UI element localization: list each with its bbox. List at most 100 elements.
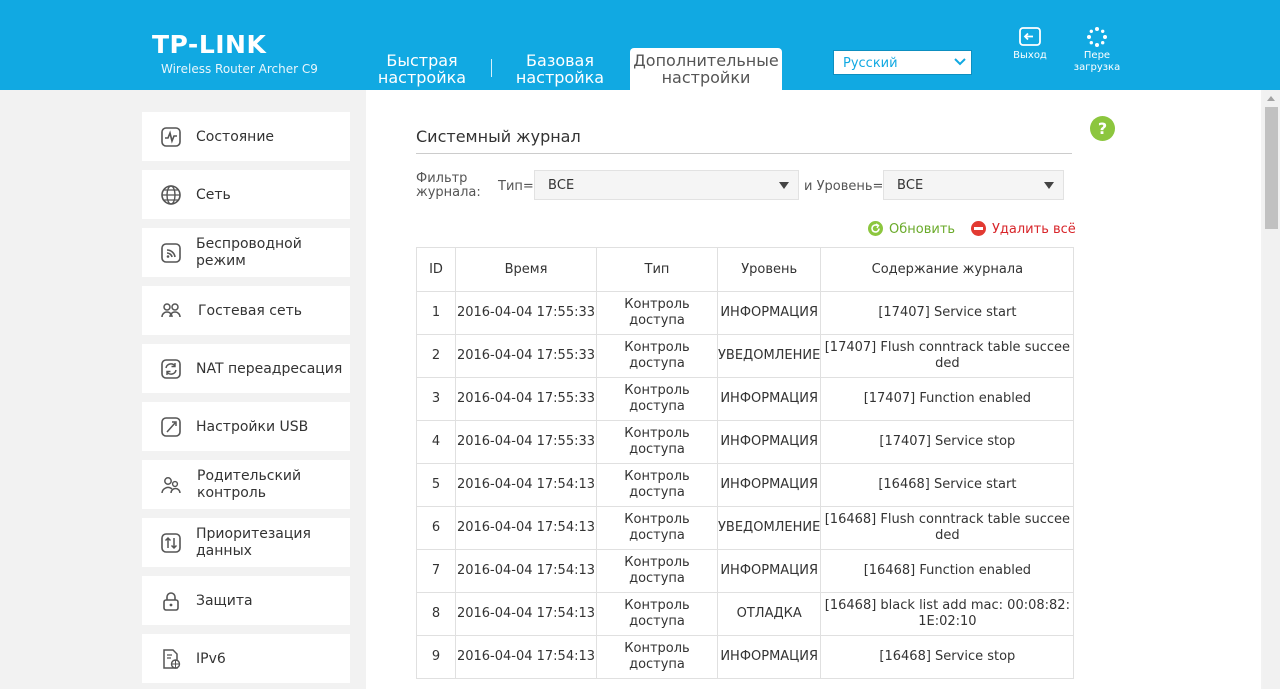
table-row: 4 2016-04-04 17:55:33 Контроль доступа И… [416,420,1075,464]
router-model: Wireless Router Archer C9 [161,62,318,76]
cell-id: 3 [416,377,456,421]
dropdown-arrow-icon [1044,182,1054,189]
cell-content: [17407] Service start [820,291,1075,335]
cell-content: [16468] black list add mac: 00:08:82:1E:… [820,592,1075,636]
cell-content: [17407] Function enabled [820,377,1075,421]
sidebar-item-network[interactable]: Сеть [142,170,350,219]
table-row: 1 2016-04-04 17:55:33 Контроль доступа И… [416,291,1075,335]
delete-all-label: Удалить всё [992,222,1076,237]
table-row: 9 2016-04-04 17:54:13 Контроль доступа И… [416,635,1075,679]
type-filter-value: ВСЕ [548,178,575,193]
delete-all-button[interactable]: Удалить всё [971,221,1076,238]
logout-button[interactable]: Выход [1008,26,1052,62]
table-row: 6 2016-04-04 17:54:13 Контроль доступа У… [416,506,1075,550]
cell-type: Контроль доступа [596,506,718,550]
cell-id: 8 [416,592,456,636]
sidebar-item-usb[interactable]: Настройки USB [142,402,350,451]
sidebar-item-security[interactable]: Защита [142,576,350,625]
reboot-button[interactable]: Пере загрузка [1072,26,1122,74]
cell-id: 1 [416,291,456,335]
guest-network-icon [161,303,181,318]
cell-type: Контроль доступа [596,635,718,679]
cell-type: Контроль доступа [596,334,718,378]
table-row: 8 2016-04-04 17:54:13 Контроль доступа О… [416,592,1075,636]
cell-level: ИНФОРМАЦИЯ [716,463,822,507]
page-title: Системный журнал [416,127,581,146]
cell-time: 2016-04-04 17:54:13 [455,592,597,636]
sidebar-item-ipv6[interactable]: IPv6 [142,634,350,683]
sidebar-item-label: NAT переадресация [196,361,343,377]
level-filter-label: и Уровень= [804,179,884,194]
cell-level: УВЕДОМЛЕНИЕ [716,334,822,378]
tab-advanced[interactable]: Дополнительные настройки [630,48,782,90]
sidebar-item-label: Беспроводной режим [196,236,302,269]
cell-type: Контроль доступа [596,549,718,593]
refresh-button[interactable]: Обновить [868,221,955,238]
sidebar-item-label: Настройки USB [196,419,309,435]
cell-level: ИНФОРМАЦИЯ [716,635,822,679]
table-row: 3 2016-04-04 17:55:33 Контроль доступа И… [416,377,1075,421]
chevron-down-icon [949,51,971,74]
cell-time: 2016-04-04 17:54:13 [455,463,597,507]
sidebar-item-status[interactable]: Состояние [142,112,350,161]
filter-label: Фильтр журнала: [416,172,482,200]
reboot-label: Пере загрузка [1073,50,1121,73]
sidebar-item-label: Родительский контроль [197,468,302,501]
sidebar-item-label: Состояние [196,129,275,145]
cell-content: [16468] Flush conntrack table succeeded [820,506,1075,550]
cell-level: ИНФОРМАЦИЯ [716,420,822,464]
cell-content: [16468] Service stop [820,635,1075,679]
help-icon[interactable]: ? [1090,116,1115,141]
cell-content: [16468] Function enabled [820,549,1075,593]
cell-content: [17407] Service stop [820,420,1075,464]
level-filter-select[interactable]: ВСЕ [883,170,1064,200]
ipv6-icon [163,649,181,669]
system-log-table: ID Время Тип Уровень Содержание журнала … [416,247,1075,679]
sidebar-item-guest-network[interactable]: Гостевая сеть [142,286,350,335]
cell-type: Контроль доступа [596,592,718,636]
sidebar-item-label: IPv6 [196,651,226,667]
tab-quick-setup[interactable]: Быстрая настройка [372,52,472,94]
cell-id: 6 [416,506,456,550]
sidebar-item-qos[interactable]: Приоритезация данных [142,518,350,567]
sidebar-item-label: Защита [196,593,253,609]
scroll-up-arrow-icon[interactable] [1267,96,1275,101]
cell-time: 2016-04-04 17:55:33 [455,377,597,421]
table-row: 7 2016-04-04 17:54:13 Контроль доступа И… [416,549,1075,593]
sidebar-item-parental-control[interactable]: Родительский контроль [142,460,350,509]
type-filter-select[interactable]: ВСЕ [534,170,799,200]
refresh-icon [868,221,883,236]
type-filter-label: Тип= [498,179,534,194]
filter-label-text: Фильтр журнала: [416,171,481,200]
qos-icon [161,533,181,553]
column-header-id: ID [416,247,456,292]
vertical-scrollbar[interactable] [1263,90,1280,689]
top-header: TP-LINK Wireless Router Archer C9 Быстра… [0,0,1280,90]
table-row: 5 2016-04-04 17:54:13 Контроль доступа И… [416,463,1075,507]
cell-time: 2016-04-04 17:55:33 [455,334,597,378]
cell-content: [17407] Flush conntrack table succeeded [820,334,1075,378]
column-header-content: Содержание журнала [820,247,1075,292]
cell-time: 2016-04-04 17:54:13 [455,635,597,679]
globe-icon [161,185,181,205]
cell-level: УВЕДОМЛЕНИЕ [716,506,822,550]
scroll-thumb[interactable] [1265,107,1278,229]
cell-id: 9 [416,635,456,679]
cell-time: 2016-04-04 17:55:33 [455,420,597,464]
delete-icon [971,221,986,236]
language-select[interactable]: Русский [833,50,972,75]
cell-time: 2016-04-04 17:54:13 [455,506,597,550]
cell-type: Контроль доступа [596,420,718,464]
sidebar-item-nat[interactable]: NAT переадресация [142,344,350,393]
cell-level: ИНФОРМАЦИЯ [716,549,822,593]
reboot-icon [1087,27,1107,47]
column-header-time: Время [455,247,597,292]
cell-level: ИНФОРМАЦИЯ [716,377,822,421]
nat-icon [161,359,181,379]
table-header-row: ID Время Тип Уровень Содержание журнала [416,247,1075,292]
tab-basic[interactable]: Базовая настройка [510,52,610,94]
cell-type: Контроль доступа [596,463,718,507]
sidebar-item-wireless[interactable]: Беспроводной режим [142,228,350,277]
cell-id: 2 [416,334,456,378]
usb-icon [161,417,181,437]
